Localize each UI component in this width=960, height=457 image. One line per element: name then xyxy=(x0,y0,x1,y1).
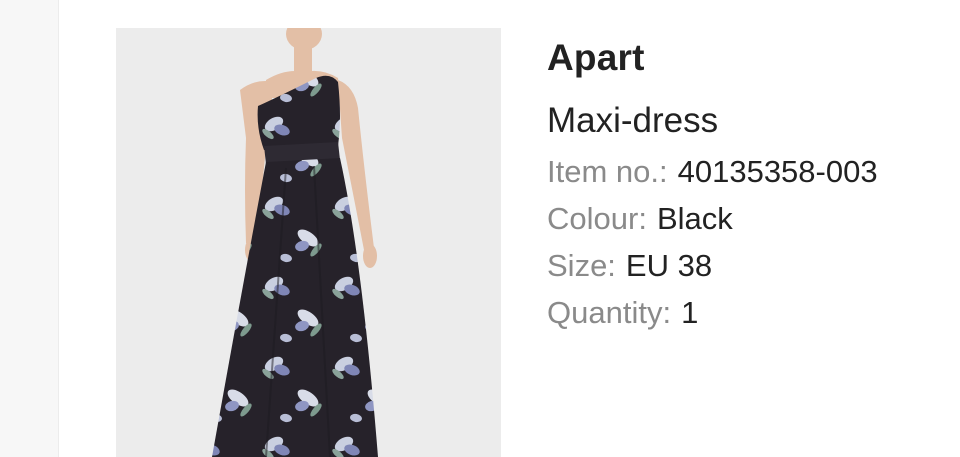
order-item-card: Apart Maxi-dress Item no.: 40135358-003 C… xyxy=(58,0,960,457)
product-image[interactable] xyxy=(116,28,501,457)
quantity-row: Quantity: 1 xyxy=(547,293,957,333)
item-number-row: Item no.: 40135358-003 xyxy=(547,152,957,192)
dress-photo xyxy=(212,28,378,457)
product-details: Apart Maxi-dress Item no.: 40135358-003 C… xyxy=(547,34,957,333)
order-item-page: Apart Maxi-dress Item no.: 40135358-003 C… xyxy=(0,0,960,457)
colour-value: Black xyxy=(656,201,733,236)
size-row: Size: EU 38 xyxy=(547,246,957,286)
brand-name[interactable]: Apart xyxy=(547,34,957,82)
item-number-label: Item no.: xyxy=(547,154,668,189)
quantity-label: Quantity: xyxy=(547,295,672,330)
quantity-value: 1 xyxy=(681,295,699,330)
size-value: EU 38 xyxy=(625,248,713,283)
model-neck xyxy=(294,42,312,72)
size-label: Size: xyxy=(547,248,616,283)
colour-label: Colour: xyxy=(547,201,647,236)
item-number-value: 40135358-003 xyxy=(677,154,878,189)
colour-row: Colour: Black xyxy=(547,199,957,239)
dress-skirt xyxy=(212,158,378,457)
product-attributes: Item no.: 40135358-003 Colour: Black Size:… xyxy=(547,152,957,333)
product-name[interactable]: Maxi-dress xyxy=(547,98,957,144)
